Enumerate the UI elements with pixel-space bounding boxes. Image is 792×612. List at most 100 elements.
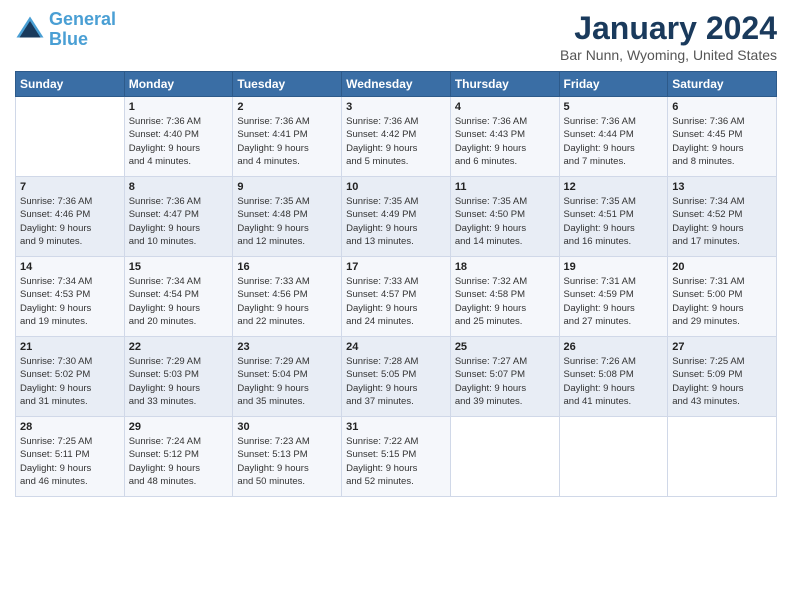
- day-info: Sunrise: 7:25 AM Sunset: 5:09 PM Dayligh…: [672, 355, 772, 408]
- day-info: Sunrise: 7:35 AM Sunset: 4:48 PM Dayligh…: [237, 195, 337, 248]
- day-info: Sunrise: 7:30 AM Sunset: 5:02 PM Dayligh…: [20, 355, 120, 408]
- day-number: 11: [455, 181, 555, 193]
- col-tuesday: Tuesday: [233, 72, 342, 97]
- logo-text: General Blue: [49, 10, 116, 50]
- table-row: 15 Sunrise: 7:34 AM Sunset: 4:54 PM Dayli…: [124, 257, 233, 337]
- day-info: Sunrise: 7:23 AM Sunset: 5:13 PM Dayligh…: [237, 435, 337, 488]
- page-header: General Blue January 2024 Bar Nunn, Wyom…: [15, 10, 777, 63]
- logo-line2: Blue: [49, 29, 88, 49]
- day-info: Sunrise: 7:25 AM Sunset: 5:11 PM Dayligh…: [20, 435, 120, 488]
- day-number: 25: [455, 341, 555, 353]
- day-number: 12: [564, 181, 664, 193]
- day-info: Sunrise: 7:36 AM Sunset: 4:42 PM Dayligh…: [346, 115, 446, 168]
- day-number: 26: [564, 341, 664, 353]
- day-info: Sunrise: 7:35 AM Sunset: 4:51 PM Dayligh…: [564, 195, 664, 248]
- table-row: 23 Sunrise: 7:29 AM Sunset: 5:04 PM Dayli…: [233, 337, 342, 417]
- calendar-week-row: 28Sunrise: 7:25 AM Sunset: 5:11 PM Dayli…: [16, 417, 777, 497]
- table-row: 12 Sunrise: 7:35 AM Sunset: 4:51 PM Dayli…: [559, 177, 668, 257]
- day-info: Sunrise: 7:33 AM Sunset: 4:56 PM Dayligh…: [237, 275, 337, 328]
- day-info: Sunrise: 7:36 AM Sunset: 4:47 PM Dayligh…: [129, 195, 229, 248]
- day-info: Sunrise: 7:36 AM Sunset: 4:40 PM Dayligh…: [129, 115, 229, 168]
- table-row: 27 Sunrise: 7:25 AM Sunset: 5:09 PM Dayli…: [668, 337, 777, 417]
- table-row: 9 Sunrise: 7:35 AM Sunset: 4:48 PM Daylig…: [233, 177, 342, 257]
- day-number: 8: [129, 181, 229, 193]
- day-number: 22: [129, 341, 229, 353]
- day-number: 21: [20, 341, 120, 353]
- day-number: 16: [237, 261, 337, 273]
- table-row: 30 Sunrise: 7:23 AM Sunset: 5:13 PM Dayli…: [233, 417, 342, 497]
- day-info: Sunrise: 7:32 AM Sunset: 4:58 PM Dayligh…: [455, 275, 555, 328]
- day-info: Sunrise: 7:28 AM Sunset: 5:05 PM Dayligh…: [346, 355, 446, 408]
- location-subtitle: Bar Nunn, Wyoming, United States: [560, 47, 777, 63]
- table-row: 7Sunrise: 7:36 AM Sunset: 4:46 PM Daylig…: [16, 177, 125, 257]
- day-number: 5: [564, 101, 664, 113]
- table-row: [16, 97, 125, 177]
- day-info: Sunrise: 7:31 AM Sunset: 5:00 PM Dayligh…: [672, 275, 772, 328]
- table-row: 21 Sunrise: 7:30 AM Sunset: 5:02 PM Dayli…: [16, 337, 125, 417]
- day-info: Sunrise: 7:36 AM Sunset: 4:44 PM Dayligh…: [564, 115, 664, 168]
- day-number: 20: [672, 261, 772, 273]
- day-info: Sunrise: 7:36 AM Sunset: 4:46 PM Dayligh…: [20, 195, 120, 248]
- day-info: Sunrise: 7:34 AM Sunset: 4:53 PM Dayligh…: [20, 275, 120, 328]
- day-info: Sunrise: 7:36 AM Sunset: 4:45 PM Dayligh…: [672, 115, 772, 168]
- table-row: 19 Sunrise: 7:31 AM Sunset: 4:59 PM Dayli…: [559, 257, 668, 337]
- calendar-week-row: 21 Sunrise: 7:30 AM Sunset: 5:02 PM Dayli…: [16, 337, 777, 417]
- table-row: 4Sunrise: 7:36 AM Sunset: 4:43 PM Daylig…: [450, 97, 559, 177]
- day-info: Sunrise: 7:34 AM Sunset: 4:54 PM Dayligh…: [129, 275, 229, 328]
- table-row: 13 Sunrise: 7:34 AM Sunset: 4:52 PM Dayli…: [668, 177, 777, 257]
- logo: General Blue: [15, 10, 116, 50]
- table-row: 29 Sunrise: 7:24 AM Sunset: 5:12 PM Dayli…: [124, 417, 233, 497]
- day-info: Sunrise: 7:22 AM Sunset: 5:15 PM Dayligh…: [346, 435, 446, 488]
- logo-line1: General: [49, 9, 116, 29]
- day-number: 1: [129, 101, 229, 113]
- page-container: General Blue January 2024 Bar Nunn, Wyom…: [0, 0, 792, 507]
- table-row: [668, 417, 777, 497]
- logo-icon: [15, 15, 45, 45]
- table-row: [559, 417, 668, 497]
- day-number: 24: [346, 341, 446, 353]
- title-area: January 2024 Bar Nunn, Wyoming, United S…: [560, 10, 777, 63]
- day-number: 10: [346, 181, 446, 193]
- day-number: 17: [346, 261, 446, 273]
- day-info: Sunrise: 7:29 AM Sunset: 5:04 PM Dayligh…: [237, 355, 337, 408]
- table-row: 2Sunrise: 7:36 AM Sunset: 4:41 PM Daylig…: [233, 97, 342, 177]
- day-info: Sunrise: 7:34 AM Sunset: 4:52 PM Dayligh…: [672, 195, 772, 248]
- calendar-week-row: 1 Sunrise: 7:36 AM Sunset: 4:40 PM Daylig…: [16, 97, 777, 177]
- table-row: 14Sunrise: 7:34 AM Sunset: 4:53 PM Dayli…: [16, 257, 125, 337]
- table-row: 20 Sunrise: 7:31 AM Sunset: 5:00 PM Dayli…: [668, 257, 777, 337]
- table-row: 3 Sunrise: 7:36 AM Sunset: 4:42 PM Daylig…: [342, 97, 451, 177]
- calendar-table: Sunday Monday Tuesday Wednesday Thursday…: [15, 71, 777, 497]
- table-row: 25 Sunrise: 7:27 AM Sunset: 5:07 PM Dayli…: [450, 337, 559, 417]
- day-number: 3: [346, 101, 446, 113]
- table-row: 28Sunrise: 7:25 AM Sunset: 5:11 PM Dayli…: [16, 417, 125, 497]
- calendar-week-row: 14Sunrise: 7:34 AM Sunset: 4:53 PM Dayli…: [16, 257, 777, 337]
- table-row: 5 Sunrise: 7:36 AM Sunset: 4:44 PM Daylig…: [559, 97, 668, 177]
- day-number: 27: [672, 341, 772, 353]
- table-row: 6Sunrise: 7:36 AM Sunset: 4:45 PM Daylig…: [668, 97, 777, 177]
- table-row: 1 Sunrise: 7:36 AM Sunset: 4:40 PM Daylig…: [124, 97, 233, 177]
- table-row: 8 Sunrise: 7:36 AM Sunset: 4:47 PM Daylig…: [124, 177, 233, 257]
- day-info: Sunrise: 7:26 AM Sunset: 5:08 PM Dayligh…: [564, 355, 664, 408]
- table-row: 17 Sunrise: 7:33 AM Sunset: 4:57 PM Dayli…: [342, 257, 451, 337]
- table-row: 16 Sunrise: 7:33 AM Sunset: 4:56 PM Dayli…: [233, 257, 342, 337]
- day-info: Sunrise: 7:35 AM Sunset: 4:49 PM Dayligh…: [346, 195, 446, 248]
- day-number: 29: [129, 421, 229, 433]
- day-info: Sunrise: 7:33 AM Sunset: 4:57 PM Dayligh…: [346, 275, 446, 328]
- table-row: 18 Sunrise: 7:32 AM Sunset: 4:58 PM Dayli…: [450, 257, 559, 337]
- day-number: 18: [455, 261, 555, 273]
- day-info: Sunrise: 7:29 AM Sunset: 5:03 PM Dayligh…: [129, 355, 229, 408]
- day-number: 15: [129, 261, 229, 273]
- col-wednesday: Wednesday: [342, 72, 451, 97]
- day-number: 13: [672, 181, 772, 193]
- day-number: 9: [237, 181, 337, 193]
- day-number: 4: [455, 101, 555, 113]
- day-info: Sunrise: 7:31 AM Sunset: 4:59 PM Dayligh…: [564, 275, 664, 328]
- day-number: 30: [237, 421, 337, 433]
- day-number: 19: [564, 261, 664, 273]
- calendar-header-row: Sunday Monday Tuesday Wednesday Thursday…: [16, 72, 777, 97]
- day-info: Sunrise: 7:24 AM Sunset: 5:12 PM Dayligh…: [129, 435, 229, 488]
- day-number: 31: [346, 421, 446, 433]
- day-info: Sunrise: 7:27 AM Sunset: 5:07 PM Dayligh…: [455, 355, 555, 408]
- day-info: Sunrise: 7:36 AM Sunset: 4:41 PM Dayligh…: [237, 115, 337, 168]
- day-number: 23: [237, 341, 337, 353]
